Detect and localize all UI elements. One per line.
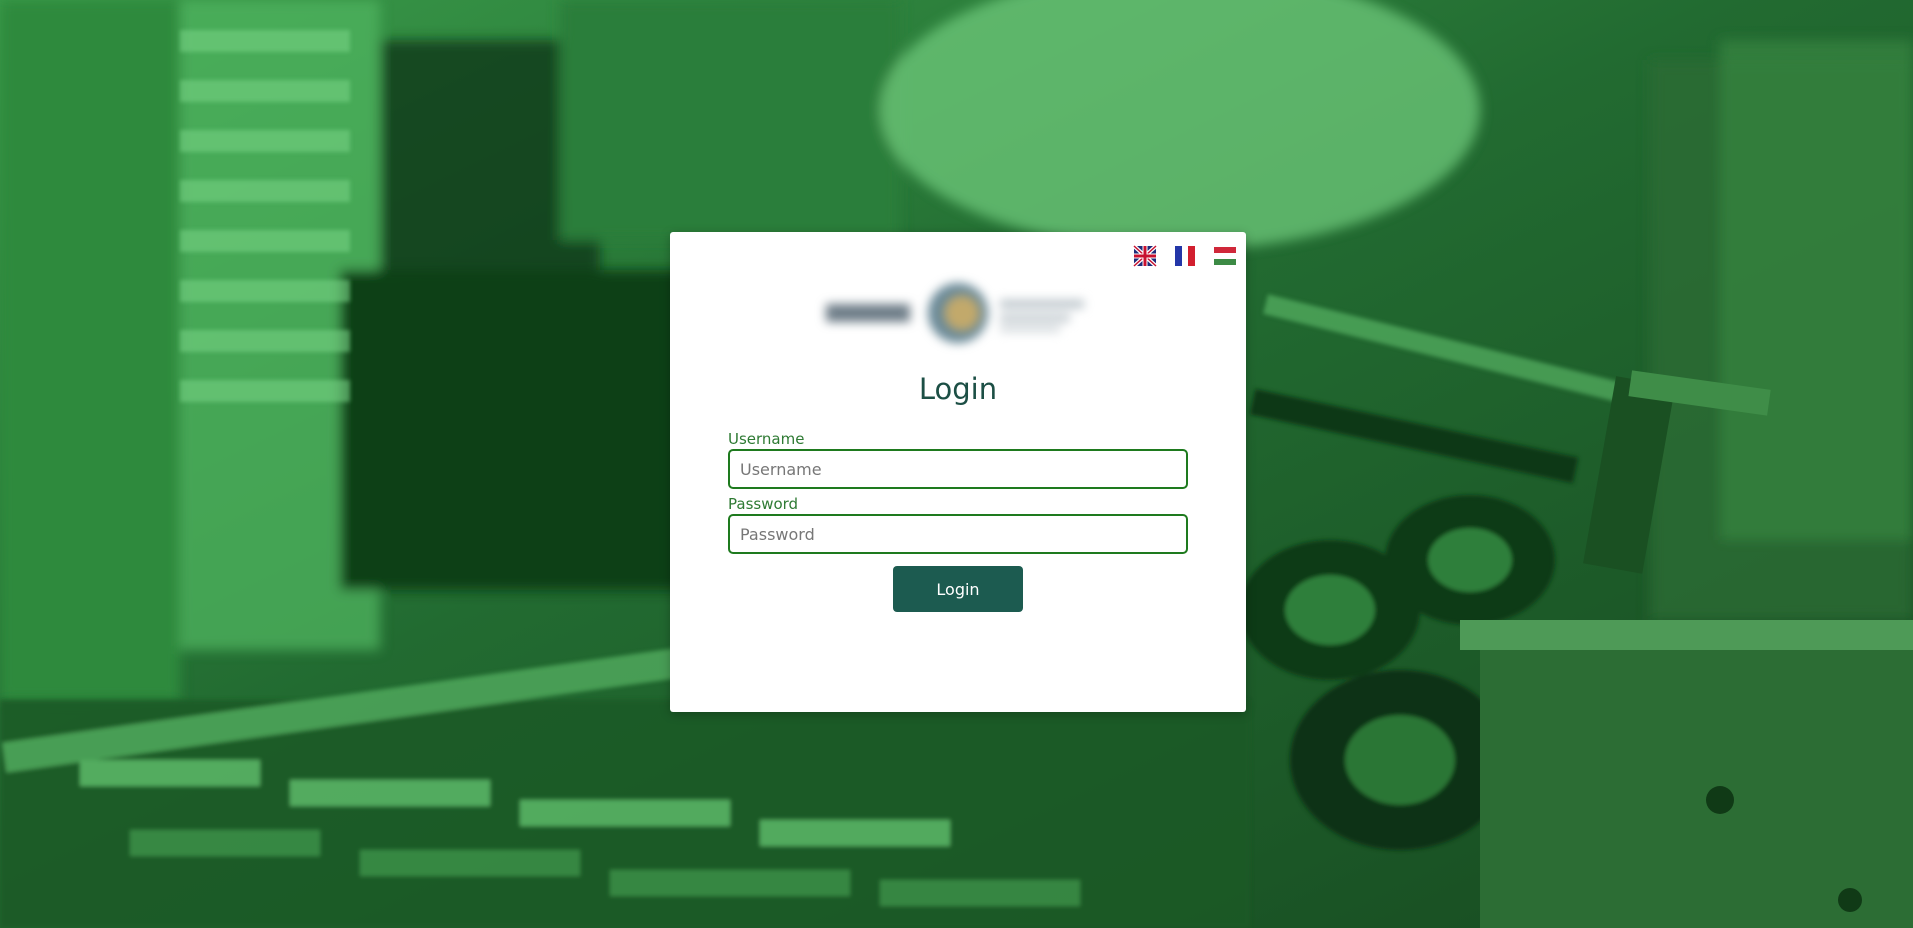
- username-label: Username: [728, 430, 805, 448]
- uk-flag-icon[interactable]: [1133, 244, 1157, 268]
- france-flag-icon[interactable]: [1173, 244, 1197, 268]
- login-card: Login Username Password Login: [670, 232, 1246, 712]
- username-input[interactable]: [728, 449, 1188, 489]
- hungary-flag-icon[interactable]: [1213, 244, 1237, 268]
- language-selector: [1133, 244, 1237, 268]
- password-input[interactable]: [728, 514, 1188, 554]
- page-title: Login: [918, 372, 998, 406]
- password-label: Password: [728, 495, 799, 513]
- login-form: Username Password: [728, 430, 1188, 560]
- company-logo: [826, 283, 1084, 343]
- login-button[interactable]: Login: [893, 566, 1023, 612]
